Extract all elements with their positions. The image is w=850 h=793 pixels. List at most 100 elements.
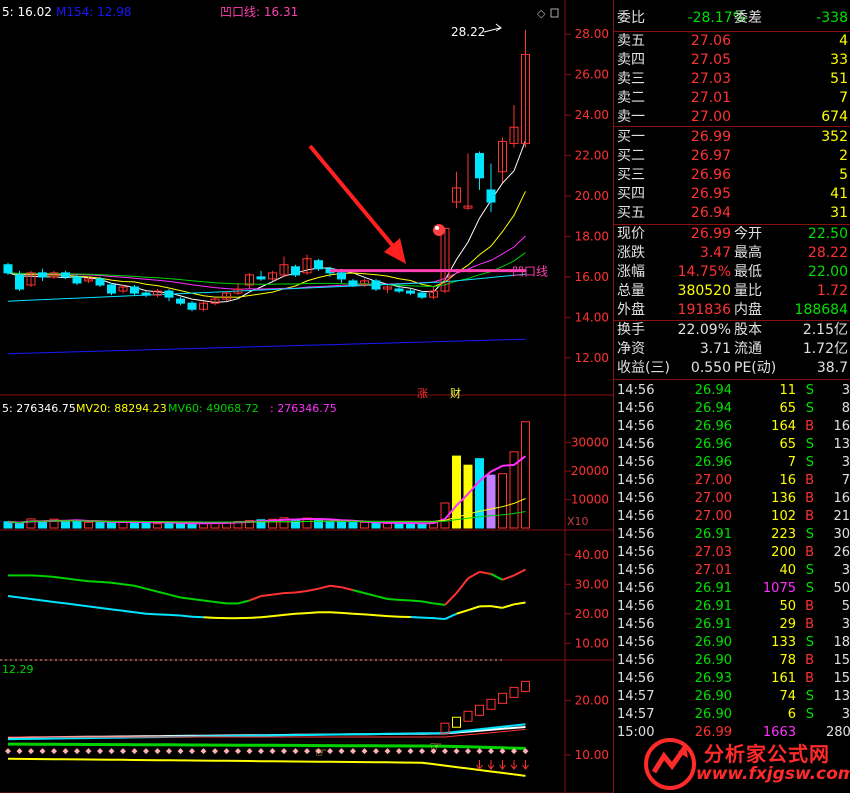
indicator2-diamond-dot <box>177 748 184 755</box>
tick-side: B <box>805 617 814 632</box>
candle <box>314 260 323 270</box>
tick-count: 21 <box>833 509 850 524</box>
volume-bar <box>26 518 36 529</box>
tick-count: 18 <box>833 635 850 650</box>
tick-price: 26.91 <box>694 599 732 614</box>
indicator2-diamond-dot <box>476 748 483 755</box>
indicator-line-upper <box>352 589 365 595</box>
indicator2-candle <box>509 686 519 698</box>
indicator2-candle <box>463 710 473 722</box>
indicator-line-upper <box>444 592 458 606</box>
indicator2-diamond-dot <box>235 748 241 755</box>
indicator2-diamond-dot <box>154 748 161 755</box>
indicator-line-upper <box>341 586 354 592</box>
stat-value: 0.550 <box>690 360 731 376</box>
indicator-line-upper <box>203 599 216 603</box>
indicator-line-lower <box>19 596 32 600</box>
tick-count: 7 <box>841 473 850 488</box>
weicha-value: -338 <box>816 10 848 26</box>
buy-volume: 352 <box>821 129 848 145</box>
candle <box>348 280 358 286</box>
annotation-arrow <box>308 144 400 254</box>
volume-bar <box>95 522 105 529</box>
indicator2-diamond-dot <box>419 748 425 755</box>
sell-level-label: 卖三 <box>617 71 645 87</box>
indicator-line-lower <box>180 614 193 618</box>
indicator-line-lower <box>364 613 377 617</box>
stat-label: 最高 <box>734 245 762 261</box>
indicator2-diamond-dot <box>465 748 471 755</box>
indicator-line-upper <box>375 595 388 600</box>
tick-count: 13 <box>833 689 850 704</box>
volume-bar <box>348 522 358 529</box>
up-arrow-icon <box>487 760 495 770</box>
volume-bar <box>337 521 346 529</box>
tick-side: S <box>805 527 814 542</box>
high-price-marker: 28.22 <box>451 25 485 39</box>
buy-volume: 2 <box>839 148 848 164</box>
tick-time: 14:57 <box>617 707 655 722</box>
indicator-line-lower <box>513 601 526 606</box>
indicator2-diamond-dot <box>396 748 402 755</box>
y-tick-label: 20.00 <box>575 189 609 203</box>
quote-panel: 委比 -28.17% 委差 -338 卖五 27.06 4 卖四 27.05 33 卖三 27… <box>613 0 850 793</box>
indicator2-candle <box>452 716 461 728</box>
volume-bar <box>164 522 174 529</box>
indicator2-line-green <box>8 742 526 750</box>
indicator-line-lower <box>444 612 457 620</box>
volume-legend: MV20: 88294.23 <box>76 402 167 415</box>
chart-area[interactable]: 28.00 26.00 24.00 22.00 20.00 18.00 16.00 14.00… <box>0 0 613 793</box>
tick-time: 14:56 <box>617 527 655 542</box>
candle <box>95 278 105 286</box>
stat-value: 3.47 <box>699 245 731 261</box>
stat-value: 188684 <box>794 302 848 318</box>
tick-count: 15 <box>833 653 850 668</box>
tick-side: B <box>805 473 814 488</box>
indicator-line-upper <box>99 580 112 584</box>
stat-label: 总量 <box>617 283 645 299</box>
indicator-line-upper <box>455 577 469 594</box>
candle <box>486 189 496 203</box>
buy-price: 26.94 <box>690 205 731 221</box>
tick-price: 26.91 <box>694 581 732 596</box>
indicator2-diamond-dot <box>131 748 138 755</box>
tick-time: 14:56 <box>617 581 655 596</box>
tick-time: 14:56 <box>617 419 655 434</box>
tick-count: 8 <box>841 401 850 416</box>
ma-line-ma60 <box>7 273 526 302</box>
candle <box>417 292 427 298</box>
stat-label: 换手 <box>617 322 645 338</box>
tick-volume: 40 <box>779 563 796 578</box>
tick-price: 26.90 <box>694 635 732 650</box>
indicator2-diamond-dot <box>28 748 34 755</box>
volume-ma-line <box>7 498 526 524</box>
signal-ball <box>433 224 445 236</box>
tick-time: 14:56 <box>617 671 655 686</box>
buy-level-label: 买五 <box>617 205 645 221</box>
tick-side: S <box>805 455 814 470</box>
signal-ball-shine <box>435 226 439 230</box>
tick-time: 14:56 <box>617 509 655 524</box>
tick-price: 27.00 <box>694 491 732 506</box>
buy-price: 26.99 <box>690 129 731 145</box>
volume-bar <box>72 521 82 529</box>
indicator2-diamond-dot <box>16 748 23 755</box>
indicator-line-upper <box>214 600 227 605</box>
buy-level-label: 买二 <box>617 148 645 164</box>
volume-bar <box>107 521 116 529</box>
indicator2-diamond-dot <box>143 748 149 755</box>
indicator-line-upper <box>30 574 43 577</box>
volume-bar <box>360 521 369 529</box>
indicator-line-upper <box>88 580 101 583</box>
tick-volume: 16 <box>779 473 796 488</box>
sell-volume: 4 <box>839 33 848 49</box>
tick-side: S <box>805 383 814 398</box>
tick-count: 3 <box>841 707 850 722</box>
tick-time: 14:56 <box>617 383 655 398</box>
tick-volume: 102 <box>771 509 796 524</box>
watermark-icon <box>644 738 696 790</box>
tick-price: 27.00 <box>694 509 732 524</box>
tick-volume: 65 <box>779 437 796 452</box>
tick-count: 16 <box>833 491 850 506</box>
tick-price: 26.90 <box>694 689 732 704</box>
